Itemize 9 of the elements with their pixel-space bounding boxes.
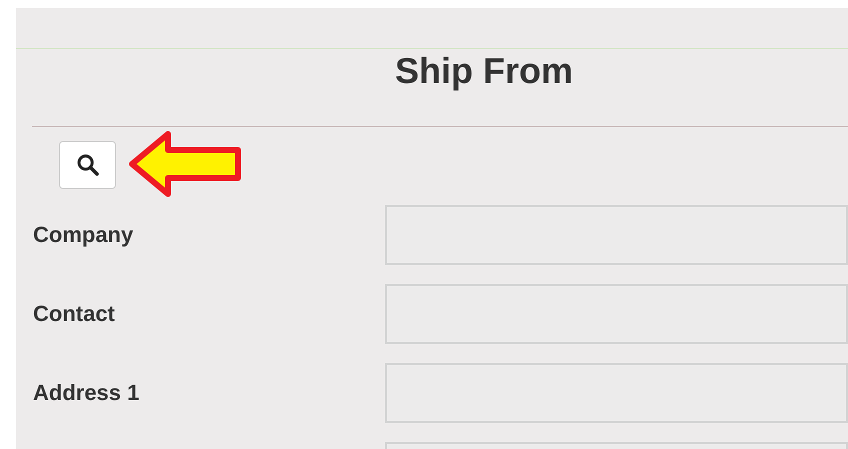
input-field[interactable] (384, 363, 848, 423)
search-icon (76, 153, 100, 177)
field-label: Contact (33, 301, 116, 327)
section-title: Ship From (395, 50, 573, 92)
search-button[interactable] (59, 141, 116, 189)
input-field[interactable] (384, 205, 848, 265)
input-field[interactable] (384, 284, 848, 344)
field-label: Company (33, 222, 134, 248)
field-label: Address 1 (33, 380, 140, 406)
